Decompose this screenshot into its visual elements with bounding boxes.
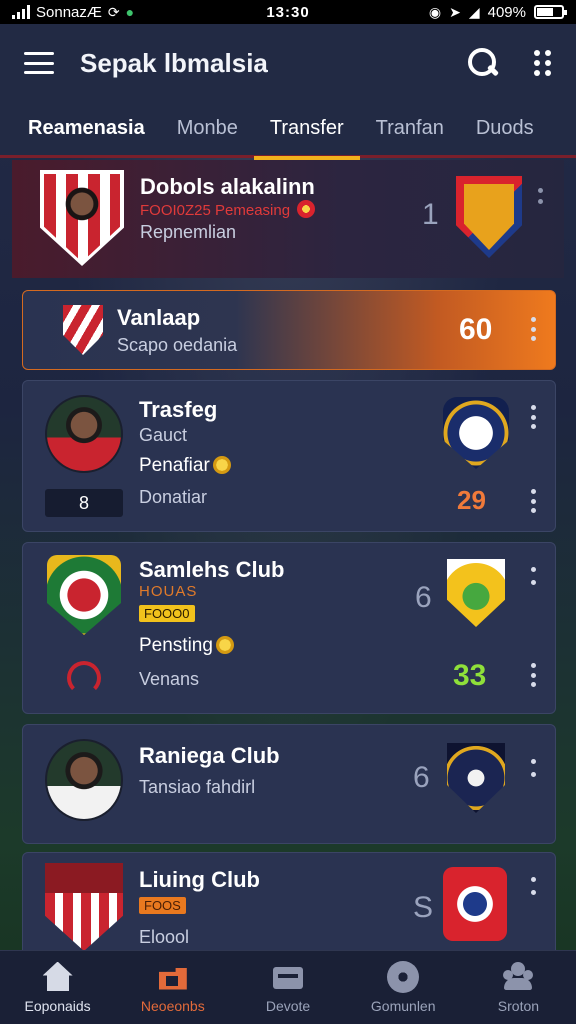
- status-time: 13:30: [266, 3, 310, 21]
- club-card-samlehs[interactable]: Samlehs Club HOUAS FOOO0 Pensting Venans…: [22, 542, 556, 714]
- player-avatar: [45, 739, 123, 821]
- club-name: Samlehs Club: [139, 557, 285, 582]
- rank-badge: 8: [45, 489, 123, 517]
- highlight-name: Vanlaap: [117, 305, 201, 330]
- tab-tranfan[interactable]: Tranfan: [360, 101, 460, 157]
- nav-item-home[interactable]: Eoponaids: [0, 951, 115, 1024]
- player-name: Dobols alakalinn: [140, 174, 315, 199]
- club-name: Liuing Club: [139, 867, 260, 892]
- status-bar: SonnazÆ ⟳ ● 13:30 ◉ ➤ ◢ 409%: [0, 0, 576, 24]
- more-icon[interactable]: [531, 489, 537, 513]
- menu-icon[interactable]: [24, 52, 54, 74]
- carrier-name: SonnazÆ: [36, 3, 102, 21]
- club-value: 6: [413, 761, 430, 794]
- signal-icon: [12, 5, 30, 19]
- club-tag: FOOO0: [139, 605, 195, 622]
- club-value: 33: [453, 659, 487, 692]
- club-label: HOUAS: [139, 583, 198, 600]
- people-icon: [501, 961, 535, 992]
- club-crest-icon: [63, 305, 103, 355]
- player-tag: FOOI0Z25 Pemeasing: [140, 200, 316, 219]
- more-icon[interactable]: [531, 663, 537, 687]
- transfer-card[interactable]: Trasfeg Gauct Penafiar 8 Donatiar 29: [22, 380, 556, 532]
- tab-monbe[interactable]: Monbe: [161, 101, 254, 157]
- more-icon[interactable]: [538, 188, 544, 204]
- nav-label: Devote: [265, 997, 311, 1014]
- app-bar: Sepak lbmalsia: [0, 24, 576, 102]
- club-crest-icon: [443, 397, 509, 469]
- club-card-living[interactable]: Liuing Club FOOS Eloool S: [22, 852, 556, 950]
- transfer-value: 29: [457, 485, 486, 515]
- club-tag: FOOS: [139, 897, 186, 914]
- nav-item-devote[interactable]: Devote: [230, 951, 345, 1024]
- location-icon: ➤: [449, 3, 461, 20]
- player-photo: [44, 174, 120, 262]
- highlight-card[interactable]: Vanlaap Scapo oedania 60: [22, 290, 556, 370]
- player-position: Repnemlian: [140, 222, 237, 242]
- bottom-nav: Eoponaids Neoeonbs Devote Gomunlen Sroto…: [0, 950, 576, 1024]
- club-crest-icon: [447, 559, 505, 627]
- more-options-icon[interactable]: [534, 50, 552, 76]
- more-icon[interactable]: [531, 877, 537, 895]
- notification-icon: ●: [125, 4, 135, 20]
- tab-reamenasia[interactable]: Reamenasia: [0, 101, 161, 157]
- club-sub: Tansiao fahdirl: [139, 777, 256, 797]
- nav-label: Gomunlen: [370, 997, 436, 1014]
- transfer-feed: Dobols alakalinn FOOI0Z25 Pemeasing Repn…: [0, 160, 576, 950]
- club-crest-icon: [45, 863, 123, 950]
- featured-player-card[interactable]: Dobols alakalinn FOOI0Z25 Pemeasing Repn…: [12, 160, 564, 278]
- highlight-sub: Scapo oedania: [117, 335, 238, 355]
- nav-item-profile[interactable]: Sroton: [461, 951, 576, 1024]
- wifi-icon: ◢: [468, 3, 480, 20]
- coin-icon: [215, 636, 234, 654]
- battery-percent: 409%: [487, 3, 526, 21]
- club-emblem-icon: [67, 661, 101, 695]
- club-crest-icon: [47, 555, 121, 635]
- club-crest-icon: [456, 176, 522, 258]
- club-name: Raniega Club: [139, 743, 280, 768]
- nav-item-community[interactable]: Gomunlen: [346, 951, 461, 1024]
- tab-transfer[interactable]: Transfer: [253, 101, 360, 160]
- club-crest-icon: [443, 867, 507, 941]
- club-sub: Eloool: [139, 927, 190, 947]
- nav-label: Neoeonbs: [140, 997, 205, 1014]
- club-status-secondary: Venans: [139, 669, 200, 689]
- player-avatar: [45, 395, 123, 473]
- more-icon[interactable]: [531, 405, 537, 429]
- more-icon[interactable]: [531, 759, 537, 777]
- battery-icon: [534, 5, 567, 19]
- transfer-name: Trasfeg: [139, 397, 218, 422]
- sync-icon: ⟳: [107, 3, 120, 20]
- transfer-sub: Gauct: [139, 425, 188, 445]
- transfer-status: Penafiar: [139, 455, 231, 477]
- card-icon: [271, 962, 305, 992]
- coin-icon: [297, 200, 316, 218]
- app-title: Sepak lbmalsia: [80, 47, 268, 78]
- nav-label: Eoponaids: [24, 997, 91, 1014]
- coin-icon: [212, 456, 231, 474]
- alarm-icon: ◉: [428, 3, 442, 20]
- more-icon[interactable]: [531, 317, 537, 341]
- player-value: 1: [422, 198, 439, 231]
- ball-icon: [386, 960, 420, 993]
- club-card-raniega[interactable]: Raniega Club Tansiao fahdirl 6: [22, 724, 556, 844]
- home-icon: [41, 962, 75, 992]
- club-value-top: 6: [415, 581, 432, 614]
- club-value: S: [413, 891, 434, 924]
- more-icon[interactable]: [531, 567, 537, 585]
- tab-bar: Reamenasia Monbe Transfer Tranfan Duods: [0, 101, 576, 160]
- news-icon: [156, 962, 190, 992]
- highlight-value: 60: [459, 313, 493, 346]
- tab-duods[interactable]: Duods: [460, 101, 550, 157]
- transfer-status-secondary: Donatiar: [139, 487, 208, 507]
- search-icon[interactable]: [466, 46, 500, 80]
- nav-item-news[interactable]: Neoeonbs: [115, 951, 230, 1024]
- nav-label: Sroton: [497, 997, 540, 1014]
- club-status: Pensting: [139, 635, 234, 657]
- club-crest-icon: [447, 743, 505, 813]
